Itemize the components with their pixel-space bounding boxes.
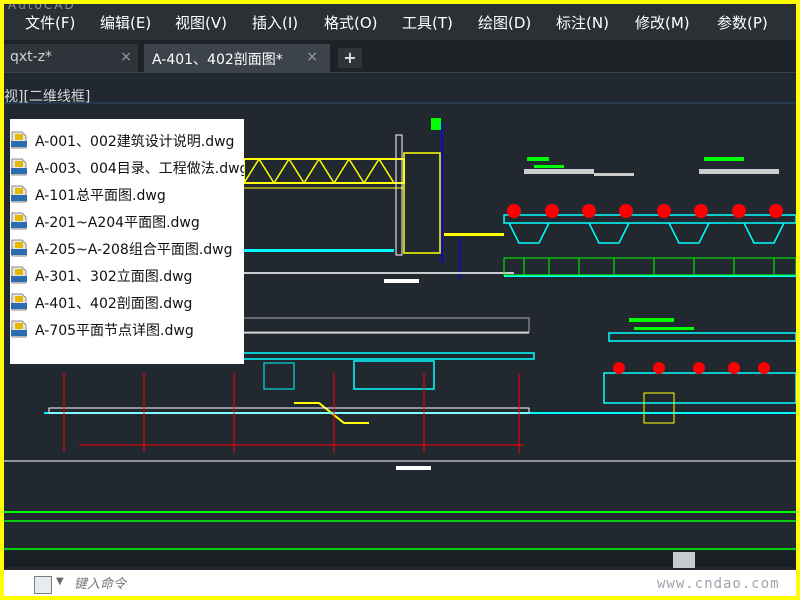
dwg-file-icon	[11, 266, 27, 284]
horizontal-scrollbar[interactable]	[4, 551, 796, 568]
command-history-icon[interactable]	[34, 576, 52, 594]
file-name: A-401、402剖面图.dwg	[35, 296, 193, 312]
file-item[interactable]: A-201~A204平面图.dwg	[10, 210, 244, 232]
document-tab-bar: qxt-z* × A-401、402剖面图* × +	[4, 40, 796, 73]
menu-draw[interactable]: 绘图(D)	[478, 12, 531, 33]
menu-view[interactable]: 视图(V)	[175, 12, 227, 33]
file-name: A-001、002建筑设计说明.dwg	[35, 134, 235, 150]
file-name: A-205~A-208组合平面图.dwg	[35, 242, 233, 258]
tab-label: qxt-z*	[10, 49, 53, 65]
file-drag-list: A-001、002建筑设计说明.dwg A-003、004目录、工程做法.dwg…	[10, 119, 244, 364]
chevron-down-icon[interactable]: ▼	[56, 576, 64, 587]
menu-modify[interactable]: 修改(M)	[635, 12, 690, 33]
new-tab-button[interactable]: +	[338, 48, 362, 68]
menu-edit[interactable]: 编辑(E)	[100, 12, 151, 33]
tab-label: A-401、402剖面图*	[152, 52, 283, 68]
menu-dimension[interactable]: 标注(N)	[556, 12, 609, 33]
dwg-file-icon	[11, 239, 27, 257]
file-item[interactable]: A-705平面节点详图.dwg	[10, 318, 244, 340]
file-item[interactable]: A-003、004目录、工程做法.dwg	[10, 156, 244, 178]
file-item[interactable]: A-101总平面图.dwg	[10, 183, 244, 205]
viewport-controls-label[interactable]: 视][二维线框]	[4, 86, 90, 106]
file-name: A-301、302立面图.dwg	[35, 269, 193, 285]
tab-section-drawing[interactable]: A-401、402剖面图* ×	[144, 44, 330, 72]
dwg-file-icon	[11, 158, 27, 176]
menu-bar: AutoCAD 文件(F) 编辑(E) 视图(V) 插入(I) 格式(O) 工具…	[4, 4, 796, 40]
menu-file[interactable]: 文件(F)	[25, 12, 75, 33]
menu-format[interactable]: 格式(O)	[324, 12, 378, 33]
dwg-file-icon	[11, 212, 27, 230]
dwg-file-icon	[11, 320, 27, 338]
file-name: A-101总平面图.dwg	[35, 188, 166, 204]
file-name: A-003、004目录、工程做法.dwg	[35, 161, 244, 177]
tab-qxt-z[interactable]: qxt-z* ×	[4, 44, 138, 72]
app-title: AutoCAD	[8, 4, 76, 12]
dwg-file-icon	[11, 185, 27, 203]
menu-parameter[interactable]: 参数(P)	[717, 12, 768, 33]
menu-tools[interactable]: 工具(T)	[402, 12, 453, 33]
close-icon[interactable]: ×	[306, 49, 318, 65]
dwg-file-icon	[11, 131, 27, 149]
file-item[interactable]: A-301、302立面图.dwg	[10, 264, 244, 286]
dwg-file-icon	[11, 293, 27, 311]
menu-insert[interactable]: 插入(I)	[252, 12, 298, 33]
watermark-text: www.cndao.com	[657, 576, 780, 592]
drawing-viewport[interactable]: 视][二维线框] A-001、002建筑设计说明.dwg A-003、004目录…	[4, 73, 796, 575]
file-item[interactable]: A-205~A-208组合平面图.dwg	[10, 237, 244, 259]
file-name: A-201~A204平面图.dwg	[35, 215, 200, 231]
command-input[interactable]	[72, 574, 556, 594]
close-icon[interactable]: ×	[120, 49, 132, 65]
file-item[interactable]: A-001、002建筑设计说明.dwg	[10, 129, 244, 151]
file-name: A-705平面节点详图.dwg	[35, 323, 194, 339]
scrollbar-thumb[interactable]	[673, 552, 695, 568]
file-item[interactable]: A-401、402剖面图.dwg	[10, 291, 244, 313]
app-frame: AutoCAD 文件(F) 编辑(E) 视图(V) 插入(I) 格式(O) 工具…	[4, 4, 796, 596]
